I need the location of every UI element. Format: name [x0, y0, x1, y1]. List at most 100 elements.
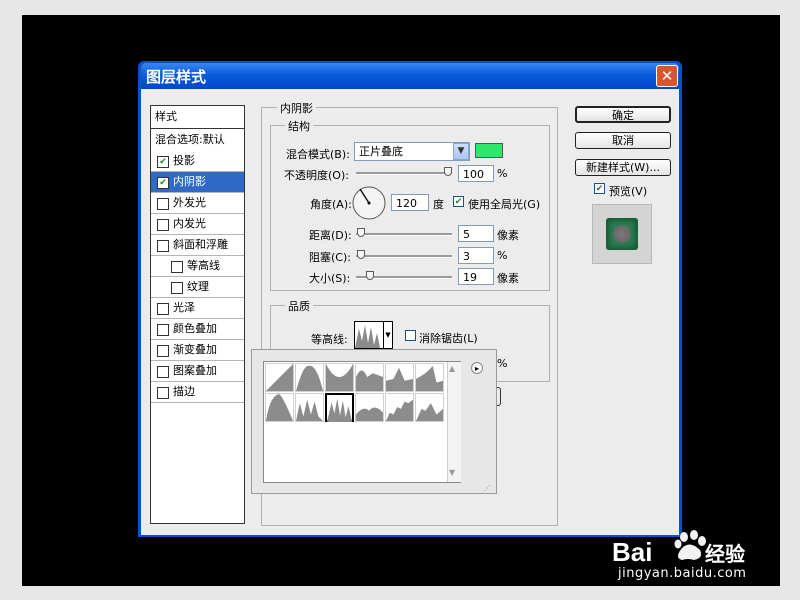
style-item[interactable]: 外发光 — [151, 193, 244, 213]
contour-preset[interactable] — [325, 393, 354, 422]
watermark-url: jingyan.baidu.com — [618, 566, 747, 581]
checked-checkbox-icon[interactable]: ✔ — [157, 177, 169, 189]
contour-preview[interactable] — [354, 321, 384, 349]
preview-checkbox[interactable]: ✔ — [594, 183, 605, 194]
styles-list-header[interactable]: 样式 — [151, 107, 248, 127]
choke-slider-track[interactable] — [356, 255, 452, 258]
choke-unit: % — [497, 249, 508, 262]
choke-slider-thumb[interactable] — [357, 250, 365, 259]
contour-preset[interactable] — [385, 363, 414, 392]
contour-preset[interactable] — [295, 363, 324, 392]
checkbox-icon[interactable] — [157, 345, 169, 357]
choke-input[interactable]: 3 — [458, 247, 494, 264]
opacity-unit: % — [497, 167, 508, 180]
global-light-label: 使用全局光(G) — [468, 198, 541, 211]
style-item[interactable]: 图案叠加 — [151, 361, 244, 381]
cancel-button[interactable]: 取消 — [575, 132, 671, 149]
angle-label: 角度(A): — [310, 198, 352, 211]
style-item[interactable]: 内发光 — [151, 214, 244, 234]
contour-dropdown-arrow-icon[interactable]: ▼ — [384, 321, 393, 349]
style-item[interactable]: 描边 — [151, 382, 244, 402]
ok-button[interactable]: 确定 — [575, 106, 671, 123]
noise-unit: % — [497, 357, 508, 370]
style-item[interactable]: 纹理 — [151, 277, 244, 297]
style-item[interactable]: ✔ 投影 — [151, 151, 244, 171]
list-divider — [151, 402, 244, 403]
style-item[interactable]: 颜色叠加 — [151, 319, 244, 339]
checkbox-icon[interactable] — [157, 240, 169, 252]
checkbox-icon[interactable] — [157, 219, 169, 231]
contour-preset[interactable] — [325, 363, 354, 392]
distance-input[interactable]: 5 — [458, 225, 494, 242]
contour-preset[interactable] — [265, 363, 294, 392]
style-item-label: 颜色叠加 — [173, 322, 217, 335]
distance-slider-thumb[interactable] — [357, 228, 365, 237]
style-item-label: 投影 — [173, 154, 195, 167]
checkbox-icon[interactable] — [157, 387, 169, 399]
checked-checkbox-icon[interactable]: ✔ — [157, 156, 169, 168]
style-item-label: 图案叠加 — [173, 364, 217, 377]
size-unit: 像素 — [497, 272, 519, 285]
contour-preset[interactable] — [265, 393, 294, 422]
contour-picker-scrollbar[interactable]: ▲ ▼ — [447, 362, 461, 482]
baidu-jingyan-watermark-logo: Bai 经验 — [612, 530, 745, 567]
svg-text:Bai: Bai — [612, 537, 652, 567]
opacity-slider-thumb[interactable] — [444, 167, 452, 176]
opacity-input[interactable]: 100 — [458, 165, 494, 182]
checkbox-icon[interactable] — [157, 198, 169, 210]
style-item[interactable]: ✔ 内阴影 — [151, 172, 244, 192]
scroll-down-icon[interactable]: ▼ — [449, 468, 455, 477]
contour-curve-icon — [356, 407, 383, 421]
close-icon[interactable]: ✕ — [656, 65, 678, 87]
distance-unit: 像素 — [497, 229, 519, 242]
angle-dial[interactable] — [351, 185, 387, 221]
contour-preset[interactable] — [415, 363, 444, 392]
contour-preset[interactable] — [355, 363, 384, 392]
contour-preset[interactable] — [385, 393, 414, 422]
style-item[interactable]: 渐变叠加 — [151, 340, 244, 360]
contour-preset[interactable] — [355, 393, 384, 422]
style-item-label: 渐变叠加 — [173, 343, 217, 356]
contour-preset[interactable] — [415, 393, 444, 422]
checkbox-icon[interactable] — [171, 261, 183, 273]
style-item-label: 斜面和浮雕 — [173, 238, 228, 251]
contour-curve-icon — [386, 399, 413, 421]
contour-curve-icon — [356, 370, 383, 391]
resize-grip-icon[interactable]: ⋰ — [484, 484, 494, 492]
opacity-slider-track[interactable] — [356, 172, 452, 175]
contour-curve-icon — [386, 367, 413, 391]
contour-preset[interactable] — [295, 393, 324, 422]
blend-options-item[interactable]: 混合选项:默认 — [151, 130, 248, 150]
blend-mode-label: 混合模式(B): — [286, 148, 350, 161]
checkbox-icon[interactable] — [157, 303, 169, 315]
contour-curve-icon — [416, 403, 443, 421]
size-input[interactable]: 19 — [458, 268, 494, 285]
style-item-label: 光泽 — [173, 301, 195, 314]
style-item[interactable]: 斜面和浮雕 — [151, 235, 244, 255]
checkbox-icon[interactable] — [171, 282, 183, 294]
antialias-label: 消除锯齿(L) — [419, 332, 478, 345]
distance-label: 距离(D): — [309, 229, 352, 242]
checkbox-icon[interactable] — [157, 324, 169, 336]
style-preview-swatch — [606, 218, 638, 250]
antialias-checkbox[interactable] — [405, 330, 416, 341]
chevron-down-icon[interactable]: ▼ — [453, 143, 469, 160]
style-item-label: 纹理 — [187, 280, 209, 293]
style-item[interactable]: 光泽 — [151, 298, 244, 318]
global-light-checkbox[interactable]: ✔ — [453, 196, 464, 207]
new-style-button[interactable]: 新建样式(W)... — [575, 159, 671, 176]
distance-slider-track[interactable] — [356, 233, 452, 236]
angle-unit: 度 — [433, 198, 444, 211]
angle-input[interactable]: 120 — [391, 194, 429, 211]
title-bar[interactable] — [141, 63, 679, 89]
size-slider-thumb[interactable] — [366, 271, 374, 280]
picker-menu-icon[interactable]: ▸ — [471, 362, 483, 374]
checkbox-icon[interactable] — [157, 366, 169, 378]
style-item[interactable]: 等高线 — [151, 256, 244, 276]
style-item-label: 等高线 — [187, 259, 220, 272]
preview-label: 预览(V) — [609, 185, 648, 198]
scroll-up-icon[interactable]: ▲ — [449, 364, 455, 373]
shadow-color-swatch[interactable] — [475, 143, 503, 158]
contour-curve-icon — [296, 365, 323, 391]
style-item-label: 内发光 — [173, 217, 206, 230]
